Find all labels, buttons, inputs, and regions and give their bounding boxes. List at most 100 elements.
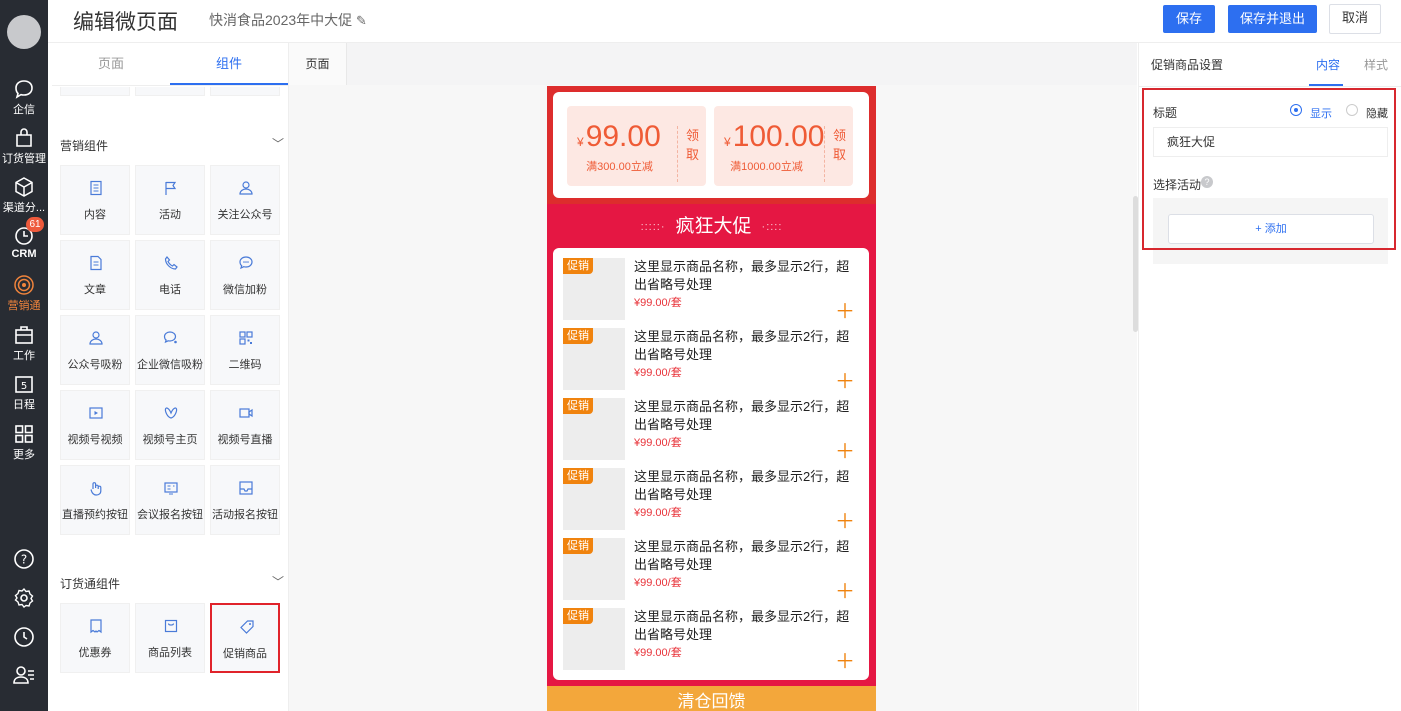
component-wechat-fans[interactable]: 微信加粉 xyxy=(210,240,280,310)
live-icon xyxy=(239,408,253,418)
help-icon[interactable]: ? xyxy=(12,547,36,571)
component-label: 内容 xyxy=(84,209,106,221)
chevron-down-icon[interactable]: ﹀ xyxy=(272,573,284,590)
calendar-icon: 5 xyxy=(15,376,33,393)
product-item[interactable]: 促销 这里显示商品名称，最多显示2行，超出省略号处理 ¥99.00/套 ＋ xyxy=(563,538,863,604)
product-price: ¥99.00/套 xyxy=(634,577,682,589)
coupon-card[interactable]: ¥100.00 满1000.00立减 领取 xyxy=(714,106,853,186)
product-item[interactable]: 促销 这里显示商品名称，最多显示2行，超出省略号处理 ¥99.00/套 ＋ xyxy=(563,468,863,534)
save-and-exit-button[interactable]: 保存并退出 xyxy=(1228,5,1317,33)
page-subtitle[interactable]: 快消食品2023年中大促 ✎ xyxy=(209,10,367,30)
currency-symbol: ¥ xyxy=(724,135,731,149)
tab-page-canvas[interactable]: 页面 xyxy=(289,43,347,85)
canvas-tabbar: 页面 xyxy=(289,43,1137,85)
tab-divider xyxy=(1139,86,1401,87)
product-item[interactable]: 促销 这里显示商品名称，最多显示2行，超出省略号处理 ¥99.00/套 ＋ xyxy=(563,398,863,464)
coupon-claim-button[interactable]: 领取 xyxy=(677,126,699,182)
product-item[interactable]: 促销 这里显示商品名称，最多显示2行，超出省略号处理 ¥99.00/套 ＋ xyxy=(563,608,863,674)
add-to-cart-icon[interactable]: ＋ xyxy=(835,372,855,392)
component-activity-signup-button[interactable]: 活动报名按钮 xyxy=(210,465,280,535)
add-to-cart-icon[interactable]: ＋ xyxy=(835,652,855,672)
coupon-value: ¥100.00 xyxy=(724,120,824,154)
product-price: ¥99.00/套 xyxy=(634,297,682,309)
tab-style[interactable]: 样式 xyxy=(1364,56,1388,73)
component-enterprise-wechat-fans[interactable]: 企业微信吸粉 xyxy=(135,315,205,385)
component-channel-live[interactable]: 视频号直播 xyxy=(210,390,280,460)
user-icon xyxy=(89,331,103,345)
component-article[interactable]: 文章 xyxy=(60,240,130,310)
component-product-list[interactable]: 商品列表 xyxy=(135,603,205,673)
component-channel-homepage[interactable]: 视频号主页 xyxy=(135,390,205,460)
settings-icon[interactable] xyxy=(12,586,36,610)
tab-content[interactable]: 内容 xyxy=(1316,56,1340,73)
wechat-icon xyxy=(239,256,253,270)
marketing-components-grid: 内容 活动 关注公众号 文章 电话 微信加粉 公众号吸粉 企业微信吸粉 二维码 … xyxy=(60,165,280,540)
component-meeting-signup-button[interactable]: 会议报名按钮 xyxy=(135,465,205,535)
nav-label: 渠道分... xyxy=(2,202,46,214)
nav-item-qixin[interactable]: 企信 xyxy=(0,78,48,126)
tab-components[interactable]: 组件 xyxy=(170,43,288,85)
nav-item-work[interactable]: 工作 xyxy=(0,324,48,372)
flag-icon xyxy=(165,181,177,195)
product-name: 这里显示商品名称，最多显示2行，超出省略号处理 xyxy=(634,329,850,362)
component-label: 二维码 xyxy=(228,359,262,371)
nav-item-more[interactable]: 更多 xyxy=(0,423,48,471)
product-item[interactable]: 促销 这里显示商品名称，最多显示2行，超出省略号处理 ¥99.00/套 ＋ xyxy=(563,328,863,394)
nav-label: 订货管理 xyxy=(2,153,46,165)
notification-badge: 61 xyxy=(26,217,44,232)
component-label: 促销商品 xyxy=(223,648,267,660)
component-phone[interactable]: 电话 xyxy=(135,240,205,310)
chevron-down-icon[interactable]: ﹀ xyxy=(272,135,284,152)
component-follow-account[interactable]: 关注公众号 xyxy=(210,165,280,235)
cancel-button[interactable]: 取消 xyxy=(1329,4,1381,34)
coupon-value: ¥99.00 xyxy=(577,120,661,154)
component-qrcode[interactable]: 二维码 xyxy=(210,315,280,385)
nav-item-schedule[interactable]: 5 日程 xyxy=(0,373,48,421)
calendar-day: 5 xyxy=(21,381,27,392)
component-live-reserve-button[interactable]: 直播预约按钮 xyxy=(60,465,130,535)
currency-symbol: ¥ xyxy=(577,135,584,149)
nav-item-order-management[interactable]: 订货管理 xyxy=(0,127,48,175)
butterfly-icon xyxy=(164,407,178,419)
component-label: 微信加粉 xyxy=(223,284,267,296)
coupon-section[interactable]: ¥99.00 满300.00立减 领取 ¥100.00 满1000.00立减 领… xyxy=(547,86,876,204)
clearance-section-title[interactable]: 清仓回馈 xyxy=(547,686,876,711)
component-coupon[interactable]: 优惠券 xyxy=(60,603,130,673)
component-channel-video[interactable]: 视频号视频 xyxy=(60,390,130,460)
coupon-card[interactable]: ¥99.00 满300.00立减 领取 xyxy=(567,106,706,186)
component-activity[interactable]: 活动 xyxy=(135,165,205,235)
coupon-icon xyxy=(90,619,102,634)
product-name: 这里显示商品名称，最多显示2行，超出省略号处理 xyxy=(634,469,850,502)
user-follow-icon xyxy=(239,181,253,195)
component-promo-products[interactable]: 促销商品 xyxy=(210,603,280,673)
contacts-icon[interactable] xyxy=(12,663,36,687)
add-to-cart-icon[interactable]: ＋ xyxy=(835,512,855,532)
promo-badge: 促销 xyxy=(563,328,593,344)
shopping-bag-icon xyxy=(16,128,32,147)
product-item[interactable]: 促销 这里显示商品名称，最多显示2行，超出省略号处理 ¥99.00/套 ＋ xyxy=(563,258,863,324)
component-label: 活动报名按钮 xyxy=(212,509,278,521)
content-icon xyxy=(90,180,102,196)
save-button[interactable]: 保存 xyxy=(1163,5,1215,33)
nav-item-crm[interactable]: 61 CRM xyxy=(0,217,48,273)
cube-icon xyxy=(15,177,33,197)
product-list[interactable]: 促销 这里显示商品名称，最多显示2行，超出省略号处理 ¥99.00/套 ＋ 促销… xyxy=(553,248,869,680)
chat-bubble-icon xyxy=(15,80,33,99)
product-name: 这里显示商品名称，最多显示2行，超出省略号处理 xyxy=(634,259,850,292)
edit-pencil-icon[interactable]: ✎ xyxy=(356,13,367,28)
component-content[interactable]: 内容 xyxy=(60,165,130,235)
add-to-cart-icon[interactable]: ＋ xyxy=(835,302,855,322)
video-icon xyxy=(89,407,103,419)
avatar[interactable] xyxy=(7,15,41,49)
product-name: 这里显示商品名称，最多显示2行，超出省略号处理 xyxy=(634,609,850,642)
add-to-cart-icon[interactable]: ＋ xyxy=(835,442,855,462)
tab-page[interactable]: 页面 xyxy=(52,43,170,85)
nav-item-marketing[interactable]: 营销通 xyxy=(0,274,48,322)
coupon-claim-button[interactable]: 领取 xyxy=(824,126,846,182)
component-label: 活动 xyxy=(159,209,181,221)
promo-badge: 促销 xyxy=(563,258,593,274)
history-icon[interactable] xyxy=(12,625,36,649)
component-account-fans[interactable]: 公众号吸粉 xyxy=(60,315,130,385)
nav-item-channel[interactable]: 渠道分... xyxy=(0,176,48,224)
add-to-cart-icon[interactable]: ＋ xyxy=(835,582,855,602)
